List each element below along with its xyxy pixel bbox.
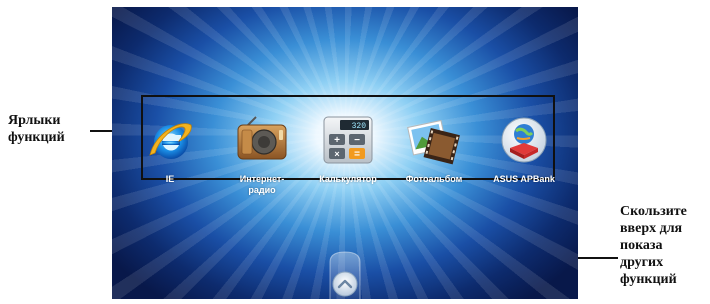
photo-album-icon [407,119,460,165]
swipe-hint-callout: Скользите вверх для показа других функци… [620,204,687,287]
calculator-icon: 320 + − × = [323,116,373,164]
home-screen: IE Интернет- радио 320 + − × = Калькулят… [112,7,578,299]
swipe-up-handle[interactable] [328,250,362,299]
app-photo-album[interactable]: Фотоальбом [394,115,474,185]
app-calculator-label: Калькулятор [319,174,377,184]
svg-text:×: × [334,149,339,159]
app-calculator[interactable]: 320 + − × = Калькулятор [308,115,388,185]
asus-apbank-icon [501,117,547,163]
internet-explorer-icon [149,123,192,159]
app-photo-album-label: Фотоальбом [405,174,463,184]
app-internet-radio[interactable]: Интернет- радио [222,115,302,196]
radio-icon [237,116,287,160]
swipe-up-button [329,251,361,299]
app-ie[interactable]: IE [130,115,210,185]
svg-text:+: + [334,135,340,146]
svg-text:−: − [354,135,360,146]
app-asus-apbank-label: ASUS APBank [493,174,555,184]
svg-text:=: = [354,149,360,160]
app-asus-apbank[interactable]: ASUS APBank [484,115,564,185]
shortcuts-callout: Ярлыки функций [8,113,65,145]
calculator-display: 320 [352,122,367,131]
app-ie-label: IE [165,174,175,184]
app-internet-radio-label: Интернет- радио [239,174,285,195]
